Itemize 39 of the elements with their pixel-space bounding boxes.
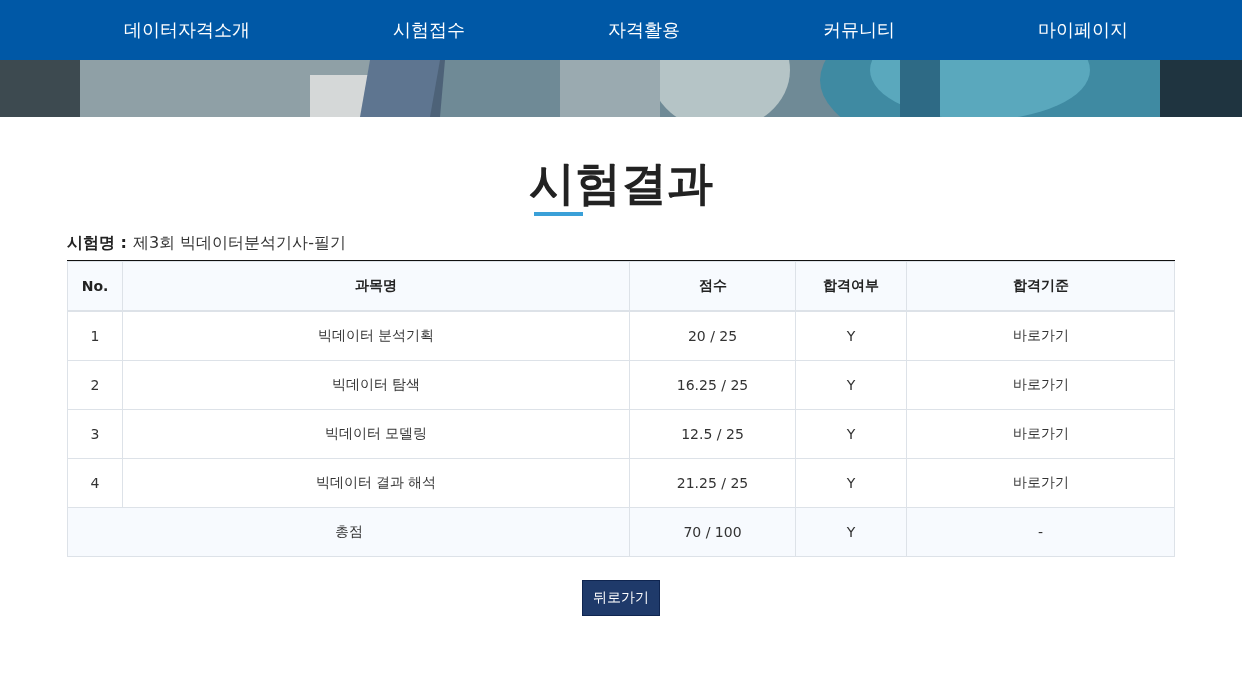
nav-link[interactable]: 마이페이지: [1018, 18, 1148, 42]
table-cell: 빅데이터 탐색: [122, 360, 630, 410]
column-header: 점수: [629, 261, 796, 311]
title-underline: [534, 212, 583, 216]
table-cell: Y: [795, 360, 907, 410]
criterion-link[interactable]: 바로가기: [1012, 425, 1069, 441]
table-cell: 16.25 / 25: [629, 360, 796, 410]
exam-name: 제3회 빅데이터분석기사-필기: [132, 233, 346, 252]
table-cell: 12.5 / 25: [629, 409, 796, 459]
nav-link[interactable]: 데이터자격소개: [104, 18, 270, 42]
table-cell: Y: [795, 409, 907, 459]
table-cell: Y: [795, 311, 907, 361]
column-header: 합격기준: [906, 261, 1175, 311]
criterion-link[interactable]: 바로가기: [1012, 474, 1069, 490]
table-cell: Y: [795, 507, 907, 557]
back-button[interactable]: 뒤로가기: [582, 580, 660, 616]
table-cell: 20 / 25: [629, 311, 796, 361]
table-cell: 2: [67, 360, 123, 410]
table-cell: 4: [67, 458, 123, 508]
exam-label: 시험명 :: [67, 233, 127, 252]
nav-link[interactable]: 자격활용: [588, 18, 700, 42]
table-cell: 3: [67, 409, 123, 459]
table-cell: 빅데이터 모델링: [122, 409, 630, 459]
table-cell: 70 / 100: [629, 507, 796, 557]
table-cell: 빅데이터 결과 해석: [122, 458, 630, 508]
table-cell: 총점: [67, 507, 630, 557]
table-cell: 빅데이터 분석기획: [122, 311, 630, 361]
nav-link[interactable]: 커뮤니티: [803, 18, 915, 42]
table-cell: 21.25 / 25: [629, 458, 796, 508]
criterion-link[interactable]: 바로가기: [1012, 327, 1069, 343]
table-cell: 1: [67, 311, 123, 361]
page-title: 시험결과: [529, 155, 713, 212]
column-header: 과목명: [122, 261, 630, 311]
column-header: No.: [67, 261, 123, 311]
criterion-link[interactable]: 바로가기: [1012, 376, 1069, 392]
column-header: 합격여부: [795, 261, 907, 311]
table-cell: -: [906, 507, 1175, 557]
table-cell: Y: [795, 458, 907, 508]
nav-link[interactable]: 시험접수: [373, 18, 485, 42]
